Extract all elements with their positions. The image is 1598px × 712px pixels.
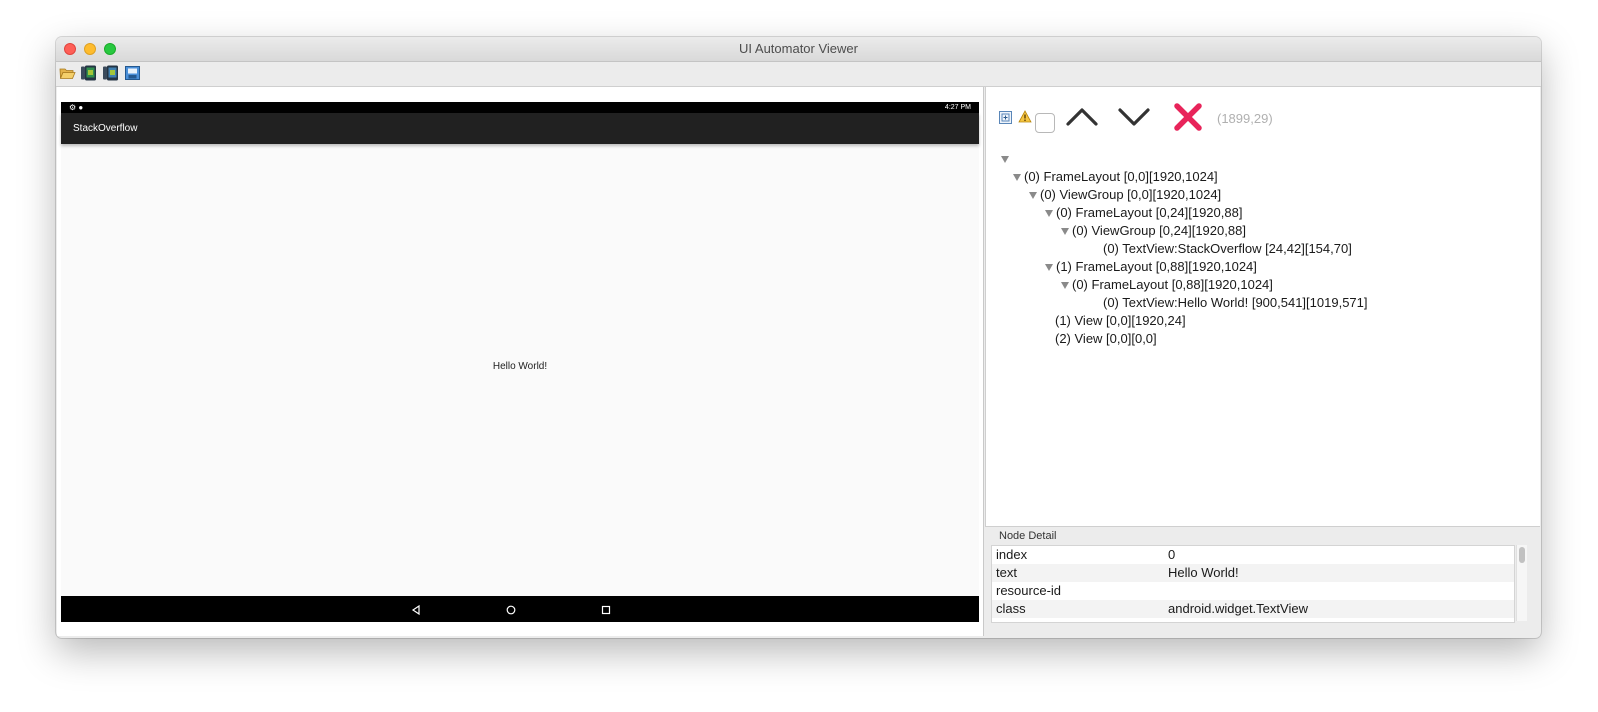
recents-icon bbox=[600, 603, 612, 615]
property-key: text bbox=[996, 565, 1017, 580]
expand-toggle-icon[interactable] bbox=[1061, 282, 1069, 289]
property-key: index bbox=[996, 547, 1028, 562]
app-window: UI Automator Viewer ⚙ ● 4:27 PM StackOve… bbox=[56, 37, 1541, 638]
window-title: UI Automator Viewer bbox=[739, 41, 858, 56]
app-title: StackOverflow bbox=[73, 123, 138, 134]
property-value: Hello World! bbox=[1168, 565, 1239, 580]
home-icon bbox=[505, 603, 517, 615]
node-detail-table: index 0 text Hello World! resource-id class an… bbox=[991, 545, 1515, 623]
expand-toggle-icon[interactable] bbox=[1013, 174, 1021, 181]
expand-toggle-icon[interactable] bbox=[1061, 228, 1069, 235]
expand-toggle-icon[interactable] bbox=[1045, 210, 1053, 217]
node-detail-row[interactable]: text Hello World! bbox=[992, 564, 1514, 582]
node-detail-row[interactable]: index 0 bbox=[992, 546, 1514, 564]
tree-node-row[interactable]: (0) TextView:StackOverflow [24,42][154,7… bbox=[986, 240, 1540, 258]
hierarchy-tree: (0) FrameLayout [0,0][1920,1024] (0) View… bbox=[986, 150, 1540, 348]
tree-node-label[interactable]: (1) FrameLayout [0,88][1920,1024] bbox=[1056, 258, 1257, 276]
tree-node-row[interactable]: (1) FrameLayout [0,88][1920,1024] bbox=[986, 258, 1540, 276]
warning-icon[interactable] bbox=[1018, 110, 1032, 128]
android-app-bar: StackOverflow bbox=[61, 113, 979, 144]
back-icon bbox=[410, 603, 422, 616]
expand-toggle-icon[interactable] bbox=[1029, 192, 1037, 199]
status-time: 4:27 PM bbox=[944, 104, 971, 111]
previous-node-button[interactable] bbox=[1066, 105, 1098, 134]
property-key: resource-id bbox=[996, 583, 1062, 598]
device-screenshot-compressed-icon[interactable] bbox=[102, 65, 119, 81]
save-icon[interactable] bbox=[124, 65, 141, 81]
tree-node-row[interactable]: (0) ViewGroup [0,24][1920,88] bbox=[986, 222, 1540, 240]
hierarchy-panel: (1899,29) (0) FrameLayout [0,0][1920,102… bbox=[985, 87, 1540, 527]
tree-node-label[interactable]: (0) FrameLayout [0,24][1920,88] bbox=[1056, 204, 1242, 222]
android-status-bar: ⚙ ● 4:27 PM bbox=[61, 102, 979, 113]
status-notification-icons: ⚙ ● bbox=[69, 103, 84, 112]
toolbar bbox=[56, 62, 1541, 87]
tree-node-row[interactable]: (0) FrameLayout [0,88][1920,1024] bbox=[986, 276, 1540, 294]
tree-node-row[interactable]: (0) FrameLayout [0,24][1920,88] bbox=[986, 204, 1540, 222]
tree-node-row[interactable]: (2) View [0,0][0,0] bbox=[986, 330, 1540, 348]
tree-node-label[interactable]: (0) ViewGroup [0,0][1920,1024] bbox=[1040, 186, 1221, 204]
tree-node-row[interactable]: (0) FrameLayout [0,0][1920,1024] bbox=[986, 168, 1540, 186]
property-value: android.widget.TextView bbox=[1168, 601, 1308, 616]
expand-toggle-icon[interactable] bbox=[1045, 264, 1053, 271]
node-detail-scrollbar[interactable] bbox=[1516, 545, 1527, 621]
clear-search-button[interactable] bbox=[1173, 102, 1203, 137]
android-nav-bar bbox=[61, 596, 979, 622]
property-value: 0 bbox=[1168, 547, 1176, 562]
expand-toggle-icon[interactable] bbox=[1001, 156, 1009, 163]
pointer-coordinates: (1899,29) bbox=[1217, 111, 1273, 126]
next-node-button[interactable] bbox=[1118, 105, 1150, 134]
property-key: class bbox=[996, 601, 1026, 616]
expand-all-icon[interactable] bbox=[999, 111, 1012, 129]
node-detail-title: Node Detail bbox=[999, 530, 1057, 542]
toggle-nafs-checkbox[interactable] bbox=[1035, 113, 1055, 133]
tree-node-row[interactable]: (0) TextView:Hello World! [900,541][1019… bbox=[986, 294, 1540, 312]
hello-world-text: Hello World! bbox=[492, 361, 548, 372]
device-screenshot-panel: ⚙ ● 4:27 PM StackOverflow Hello World! bbox=[57, 87, 984, 636]
open-folder-icon[interactable] bbox=[59, 65, 76, 81]
tree-node-label[interactable]: (0) TextView:Hello World! [900,541][1019… bbox=[1103, 294, 1368, 312]
title-bar: UI Automator Viewer bbox=[56, 37, 1541, 62]
scrollbar-thumb[interactable] bbox=[1519, 547, 1525, 563]
device-screen[interactable]: ⚙ ● 4:27 PM StackOverflow Hello World! bbox=[61, 102, 979, 622]
inspector-panel: (1899,29) (0) FrameLayout [0,0][1920,102… bbox=[985, 87, 1540, 636]
tree-root-row[interactable] bbox=[986, 150, 1540, 168]
tree-node-label[interactable]: (0) ViewGroup [0,24][1920,88] bbox=[1072, 222, 1246, 240]
node-detail-row[interactable]: resource-id bbox=[992, 582, 1514, 600]
tree-node-label[interactable]: (0) FrameLayout [0,0][1920,1024] bbox=[1024, 168, 1218, 186]
node-detail-row[interactable]: class android.widget.TextView bbox=[992, 600, 1514, 618]
tree-node-label[interactable]: (1) View [0,0][1920,24] bbox=[1055, 312, 1186, 330]
device-screenshot-icon[interactable] bbox=[80, 65, 97, 81]
tree-node-label[interactable]: (2) View [0,0][0,0] bbox=[1055, 330, 1157, 348]
node-detail-panel: Node Detail index 0 text Hello World! resour… bbox=[985, 528, 1540, 636]
tree-node-label[interactable]: (0) TextView:StackOverflow [24,42][154,7… bbox=[1103, 240, 1352, 258]
tree-node-row[interactable]: (0) ViewGroup [0,0][1920,1024] bbox=[986, 186, 1540, 204]
tree-node-label[interactable]: (0) FrameLayout [0,88][1920,1024] bbox=[1072, 276, 1273, 294]
tree-node-row[interactable]: (1) View [0,0][1920,24] bbox=[986, 312, 1540, 330]
